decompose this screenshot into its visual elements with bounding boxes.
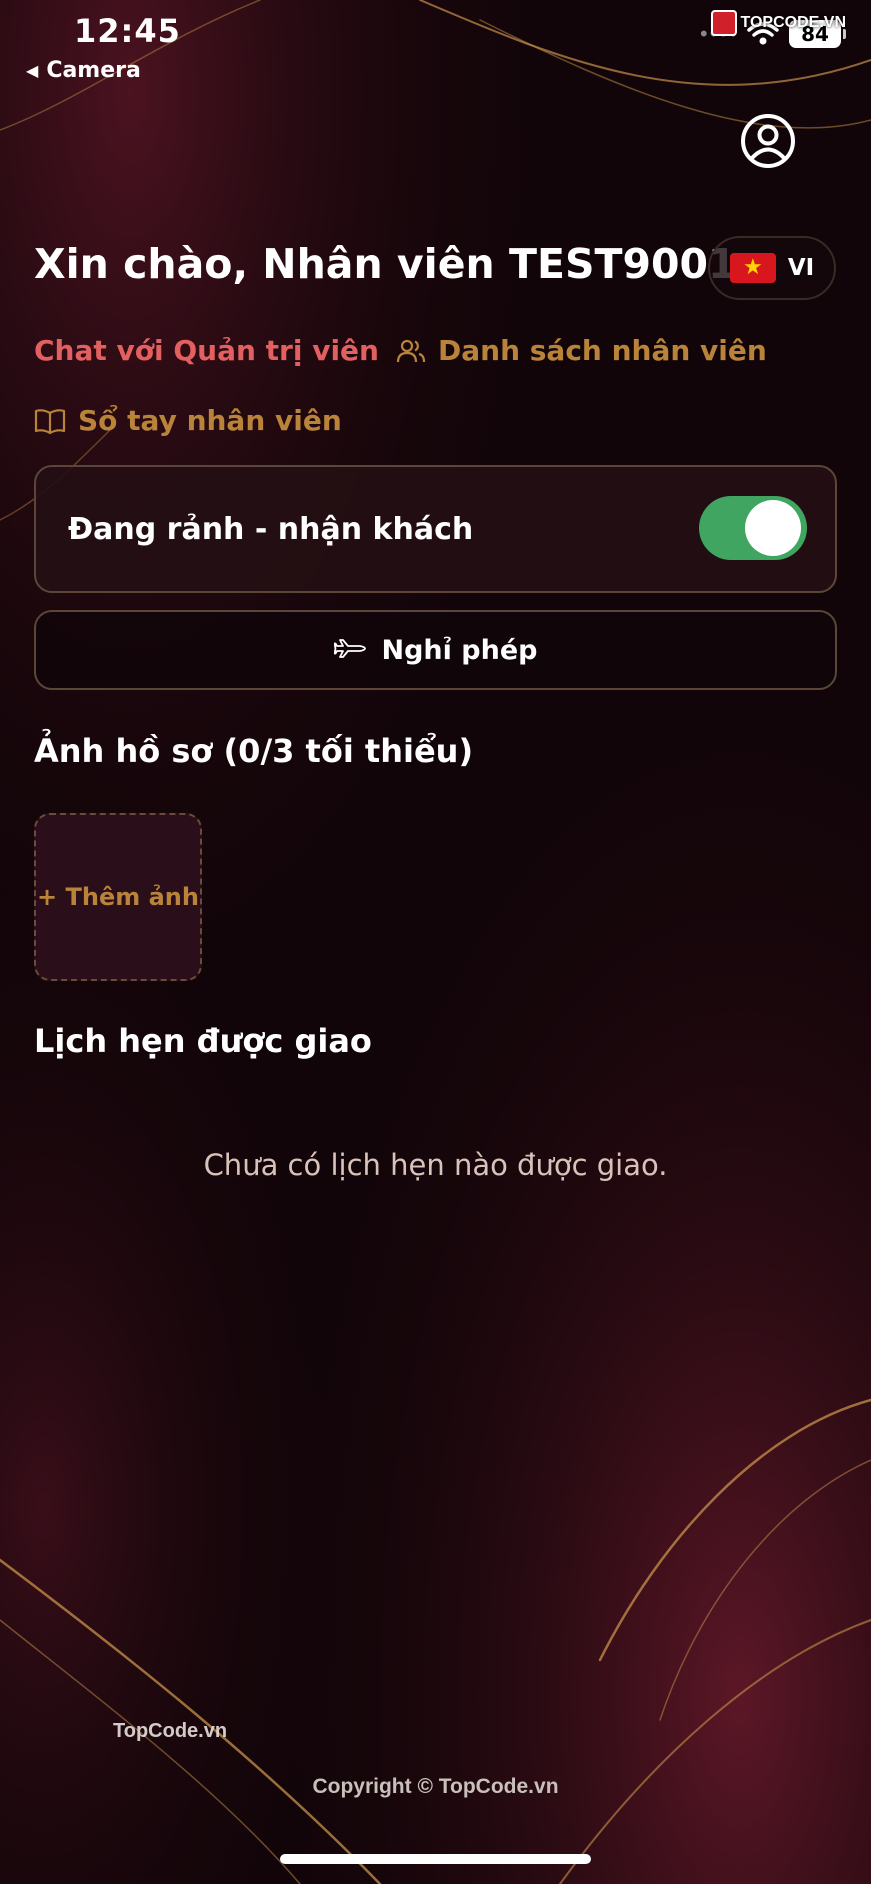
add-photo-label: + Thêm ảnh (37, 883, 199, 911)
greeting-title: Xin chào, Nhân viên TEST9001 (34, 240, 737, 288)
book-open-icon (34, 408, 66, 434)
vietnam-flag-icon: ★ (729, 253, 776, 283)
user-circle-icon (741, 114, 795, 168)
watermark-bottom: TopCode.vn (113, 1720, 228, 1742)
leave-request-label: Nghỉ phép (381, 634, 538, 666)
handbook-link[interactable]: Sổ tay nhân viên (34, 404, 342, 437)
handbook-label: Sổ tay nhân viên (78, 404, 342, 437)
back-app-label: Camera (46, 58, 141, 83)
users-icon (396, 339, 426, 362)
watermark-top: TOPCODE.VN (710, 10, 847, 36)
availability-label: Đang rảnh - nhận khách (68, 512, 474, 547)
status-time: 12:45 (74, 12, 181, 50)
airplane-icon (333, 639, 366, 658)
staff-list-link[interactable]: Danh sách nhân viên (396, 334, 767, 367)
back-to-app-button[interactable]: ◀ Camera (26, 58, 141, 83)
add-photo-button[interactable]: + Thêm ảnh (34, 813, 202, 981)
toggle-knob (745, 500, 801, 556)
appointments-title: Lịch hẹn được giao (34, 1022, 372, 1060)
watermark-logo-icon (710, 10, 737, 36)
copyright-text: Copyright © TopCode.vn (312, 1775, 559, 1798)
leave-request-button[interactable]: Nghỉ phép (34, 610, 837, 690)
language-switcher[interactable]: ★ VI (708, 236, 836, 300)
chat-admin-link[interactable]: Chat với Quản trị viên (34, 334, 379, 367)
profile-button[interactable] (740, 113, 796, 169)
availability-toggle[interactable] (699, 496, 807, 560)
profile-photos-title: Ảnh hồ sơ (0/3 tối thiểu) (34, 732, 474, 770)
chat-admin-label: Chat với Quản trị viên (34, 334, 379, 367)
availability-card: Đang rảnh - nhận khách (34, 465, 837, 593)
language-code: VI (787, 255, 815, 281)
appointments-empty-message: Chưa có lịch hẹn nào được giao. (203, 1148, 668, 1182)
watermark-top-text: TOPCODE.VN (740, 14, 847, 31)
back-triangle-icon: ◀ (26, 61, 39, 80)
home-indicator[interactable] (280, 1854, 591, 1864)
staff-list-label: Danh sách nhân viên (438, 334, 767, 367)
